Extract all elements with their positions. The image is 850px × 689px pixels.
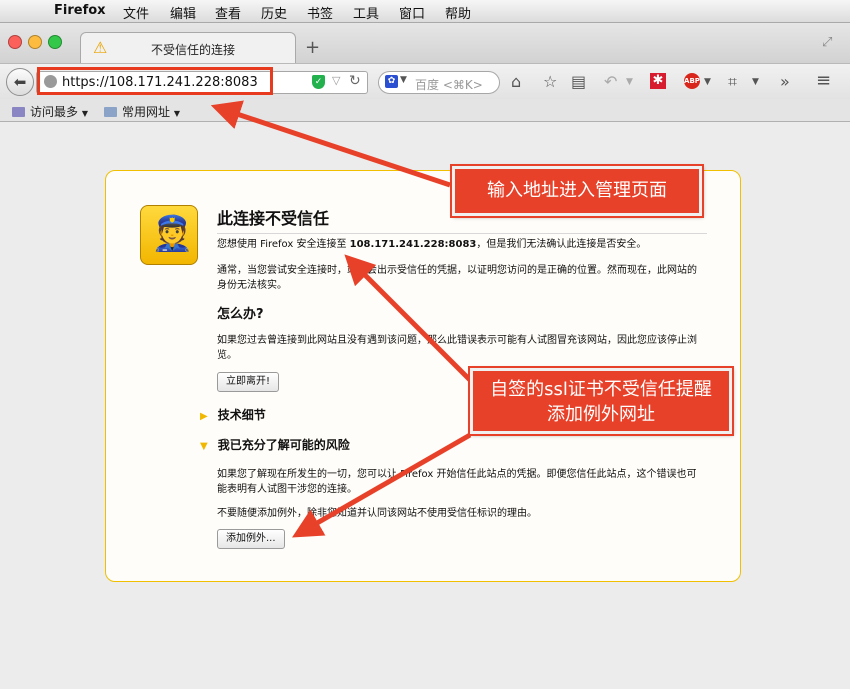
callout-enter-address: 输入地址进入管理页面 <box>452 166 702 216</box>
annotation-arrows <box>210 100 472 538</box>
arrow-to-add-exception <box>292 432 472 538</box>
arrow-to-warning <box>344 254 472 382</box>
callout-ssl-warning: 自签的ssl证书不受信任提醒 添加例外网址 <box>470 368 732 434</box>
arrow-to-url <box>210 100 451 188</box>
callout-ssl-line1: 自签的ssl证书不受信任提醒 <box>490 379 712 400</box>
callout-ssl-line2: 添加例外网址 <box>547 404 655 425</box>
